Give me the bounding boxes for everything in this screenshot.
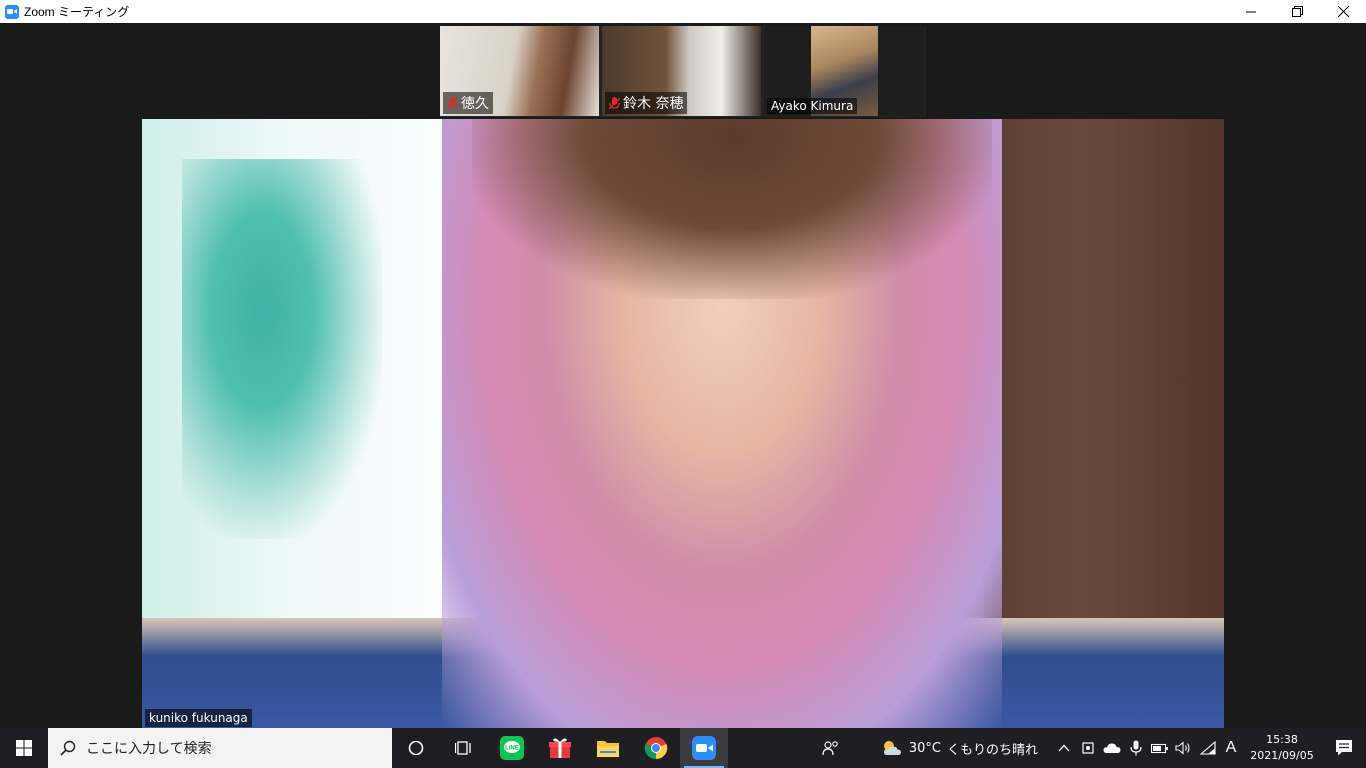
- restore-icon: [1291, 6, 1303, 17]
- restore-button[interactable]: [1274, 0, 1320, 23]
- clock-time: 15:38: [1266, 733, 1298, 746]
- participant-tile[interactable]: Ayako Kimura: [764, 26, 923, 116]
- file-explorer-icon: [597, 741, 619, 757]
- microphone-tray-button[interactable]: [1124, 728, 1148, 768]
- weather-description: くもりのち晴れ: [946, 742, 1038, 758]
- active-speaker-name: kuniko fukunaga: [145, 709, 252, 727]
- line-app-icon: LINE: [500, 736, 524, 760]
- gift-app-icon: [549, 738, 571, 758]
- taskbar-search-box[interactable]: ここに入力して検索: [48, 728, 392, 768]
- notification-icon: [1336, 740, 1352, 756]
- close-button[interactable]: [1320, 0, 1366, 23]
- video-background-leaves: [182, 159, 382, 539]
- network-button[interactable]: [1196, 728, 1220, 768]
- gift-app-button[interactable]: [536, 728, 584, 768]
- wifi-icon: [1199, 741, 1216, 755]
- weather-temperature: 30°C: [908, 740, 941, 756]
- svg-text:LINE: LINE: [505, 746, 519, 752]
- participant-name-tag: Ayako Kimura: [767, 98, 858, 114]
- device-icon: [1082, 742, 1094, 754]
- line-app-button[interactable]: LINE: [488, 728, 536, 768]
- zoom-logo-icon: [5, 4, 19, 19]
- task-view-icon: [455, 741, 471, 755]
- mic-muted-icon: [447, 96, 458, 109]
- chevron-up-icon: [1058, 744, 1070, 752]
- people-icon: [822, 741, 838, 756]
- search-icon: [60, 740, 76, 756]
- speaker-hair: [472, 119, 992, 299]
- battery-charging-icon: [1151, 743, 1168, 754]
- cloud-sun-icon: [883, 741, 901, 755]
- start-button[interactable]: [0, 728, 48, 768]
- participant-tile[interactable]: 鈴木 奈穂: [602, 26, 761, 116]
- cortana-icon: [408, 740, 424, 756]
- onedrive-cloud-icon: [1103, 743, 1121, 753]
- participant-name-tag: 鈴木 奈穂: [605, 92, 688, 114]
- minimize-button[interactable]: [1228, 0, 1274, 23]
- search-placeholder: ここに入力して検索: [86, 741, 212, 757]
- system-tray: 30°C くもりのち晴れ A 15:38 2021/09/05: [811, 728, 1366, 768]
- camera-tray-button[interactable]: [1076, 728, 1100, 768]
- onedrive-button[interactable]: [1100, 728, 1124, 768]
- video-background-door: [984, 119, 1224, 629]
- task-view-button[interactable]: [440, 728, 488, 768]
- meeting-area: 徳久 鈴木 奈穂 Ayako Kimura kuniko fukunaga: [0, 23, 1366, 728]
- windows-logo-icon: [16, 740, 32, 756]
- zoom-app-button[interactable]: [680, 728, 728, 768]
- speaker-volume-icon: [1175, 741, 1190, 755]
- ime-mode-indicator[interactable]: A: [1220, 739, 1242, 757]
- active-speaker-video[interactable]: kuniko fukunaga: [142, 119, 1224, 728]
- title-bar: Zoom ミーティング: [0, 0, 1366, 23]
- close-icon: [1337, 6, 1349, 17]
- show-hidden-icons-button[interactable]: [1052, 728, 1076, 768]
- mic-muted-icon: [609, 96, 620, 109]
- file-explorer-button[interactable]: [584, 728, 632, 768]
- cortana-button[interactable]: [392, 728, 440, 768]
- participant-name: 鈴木 奈穂: [623, 96, 684, 112]
- window-title: Zoom ミーティング: [24, 5, 130, 19]
- battery-button[interactable]: [1148, 728, 1172, 768]
- people-button[interactable]: [811, 728, 851, 768]
- participant-name: Ayako Kimura: [771, 99, 854, 113]
- chrome-button[interactable]: [632, 728, 680, 768]
- taskbar: ここに入力して検索 LINE 30°C くもりのち晴れ A 15:38 2021…: [0, 728, 1366, 768]
- clock[interactable]: 15:38 2021/09/05: [1242, 732, 1322, 764]
- microphone-icon: [1130, 740, 1142, 756]
- clock-date: 2021/09/05: [1250, 749, 1314, 762]
- participant-strip: 徳久 鈴木 奈穂 Ayako Kimura: [440, 26, 926, 117]
- chrome-icon: [644, 737, 668, 760]
- participant-tile[interactable]: 徳久: [440, 26, 599, 116]
- participant-name: 徳久: [461, 96, 489, 112]
- action-center-button[interactable]: [1322, 728, 1366, 768]
- minimize-icon: [1245, 11, 1256, 13]
- weather-widget[interactable]: 30°C くもりのち晴れ: [881, 739, 1038, 758]
- participant-name-tag: 徳久: [443, 92, 493, 114]
- volume-button[interactable]: [1172, 728, 1196, 768]
- zoom-app-icon: [692, 736, 716, 760]
